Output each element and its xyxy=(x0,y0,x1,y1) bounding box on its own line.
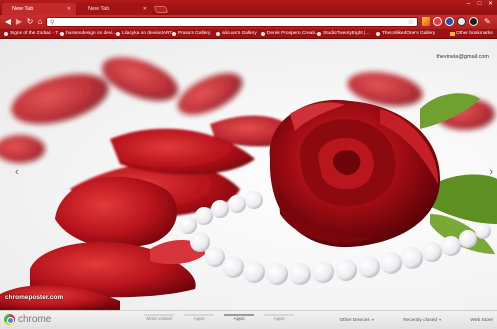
page-next-arrow-icon[interactable]: › xyxy=(489,166,493,178)
new-tab-page: thevinela@gmail.com ‹ › chromeposter.com xyxy=(0,39,497,310)
white-circle-extension-icon[interactable] xyxy=(457,17,466,26)
other-bookmarks-folder[interactable]: Other bookmarks xyxy=(450,30,493,38)
maximize-icon[interactable]: □ xyxy=(475,1,484,8)
reload-icon[interactable]: ↻ xyxy=(25,17,35,27)
blue-circle-extension-icon[interactable] xyxy=(445,17,454,26)
section-most-visited[interactable]: Most visited xyxy=(140,314,178,322)
tab-close-icon[interactable]: ✕ xyxy=(143,6,147,12)
address-input[interactable] xyxy=(58,18,398,26)
black-circle-extension-icon[interactable] xyxy=(469,17,478,26)
watermark-text: chromeposter.com xyxy=(5,294,64,301)
web-store-link[interactable]: Web Store xyxy=(456,318,493,323)
tab-title: New Tab xyxy=(88,6,110,12)
bookmark-item[interactable]: alicuus's Gallery xyxy=(216,30,257,38)
ntp-footer: chrome Most visited Apps Apps Apps Other… xyxy=(0,310,497,329)
chrome-wordmark: chrome xyxy=(18,314,52,325)
chevron-down-icon: ▾ xyxy=(371,317,374,322)
chrome-icon xyxy=(4,314,15,325)
close-window-icon[interactable]: ✕ xyxy=(486,1,495,8)
bookmark-item[interactable]: Prasa's Gallery xyxy=(172,30,210,38)
tab-title: New Tab xyxy=(12,6,34,12)
star-icon[interactable]: ☆ xyxy=(408,18,414,26)
back-arrow-icon[interactable]: ◀ xyxy=(3,17,13,27)
window-controls: – □ ✕ xyxy=(464,1,495,8)
bookmarks-bar: Signs of the Zodiac - T... hussendesign … xyxy=(0,29,497,39)
wrench-icon[interactable]: ✎ xyxy=(484,17,493,26)
tab-new-tab[interactable]: New Tab ✕ xyxy=(78,3,152,15)
user-email[interactable]: thevinela@gmail.com xyxy=(436,54,489,60)
other-devices-menu[interactable]: Other Devices ▾ xyxy=(325,317,373,323)
tab-strip: New Tab ✕ New Tab ✕ – □ ✕ xyxy=(0,0,497,15)
search-icon: ⚲ xyxy=(50,20,55,26)
toolbar: ◀ ▶ ↻ ⌂ ⚲ ☆ ✎ xyxy=(0,15,497,29)
section-apps-2[interactable]: Apps xyxy=(260,314,298,322)
new-tab-button[interactable] xyxy=(153,6,169,13)
bookmark-item[interactable]: Lilacyka on deviantART xyxy=(116,30,172,38)
minimize-icon[interactable]: – xyxy=(464,1,473,8)
bookmark-item[interactable]: Signs of the Zodiac - T... xyxy=(4,30,62,38)
chevron-down-icon: ▾ xyxy=(439,317,442,322)
bookmark-item[interactable]: StudioTwentyEight |... xyxy=(317,30,369,38)
bookmark-item[interactable]: Derek Prospero Creati... xyxy=(261,30,319,38)
red-circle-extension-icon[interactable] xyxy=(433,17,442,26)
tab-close-icon[interactable]: ✕ xyxy=(67,6,71,12)
bookmark-item[interactable]: TheUnlikedOne's Gallery xyxy=(376,30,435,38)
extension-icons xyxy=(422,17,478,26)
footer-menus: Other Devices ▾ Recently closed ▾ Web Stor… xyxy=(311,317,493,323)
forward-arrow-icon[interactable]: ▶ xyxy=(14,17,24,27)
rose-wallpaper-image xyxy=(0,57,497,310)
tab-new-tab-active[interactable]: New Tab ✕ xyxy=(2,3,76,15)
home-icon[interactable]: ⌂ xyxy=(35,17,45,27)
recently-closed-menu[interactable]: Recently closed ▾ xyxy=(389,317,441,323)
ntp-section-switcher: Most visited Apps Apps Apps xyxy=(140,311,300,329)
bookmark-item[interactable]: hussendesign on devi... xyxy=(60,30,116,38)
section-apps-active[interactable]: Apps xyxy=(220,314,258,322)
page-prev-arrow-icon[interactable]: ‹ xyxy=(15,166,19,178)
chrome-logo: chrome xyxy=(4,314,51,325)
pencil-extension-icon[interactable] xyxy=(422,17,430,26)
omnibox[interactable]: ⚲ ☆ xyxy=(46,17,418,27)
section-apps[interactable]: Apps xyxy=(180,314,218,322)
